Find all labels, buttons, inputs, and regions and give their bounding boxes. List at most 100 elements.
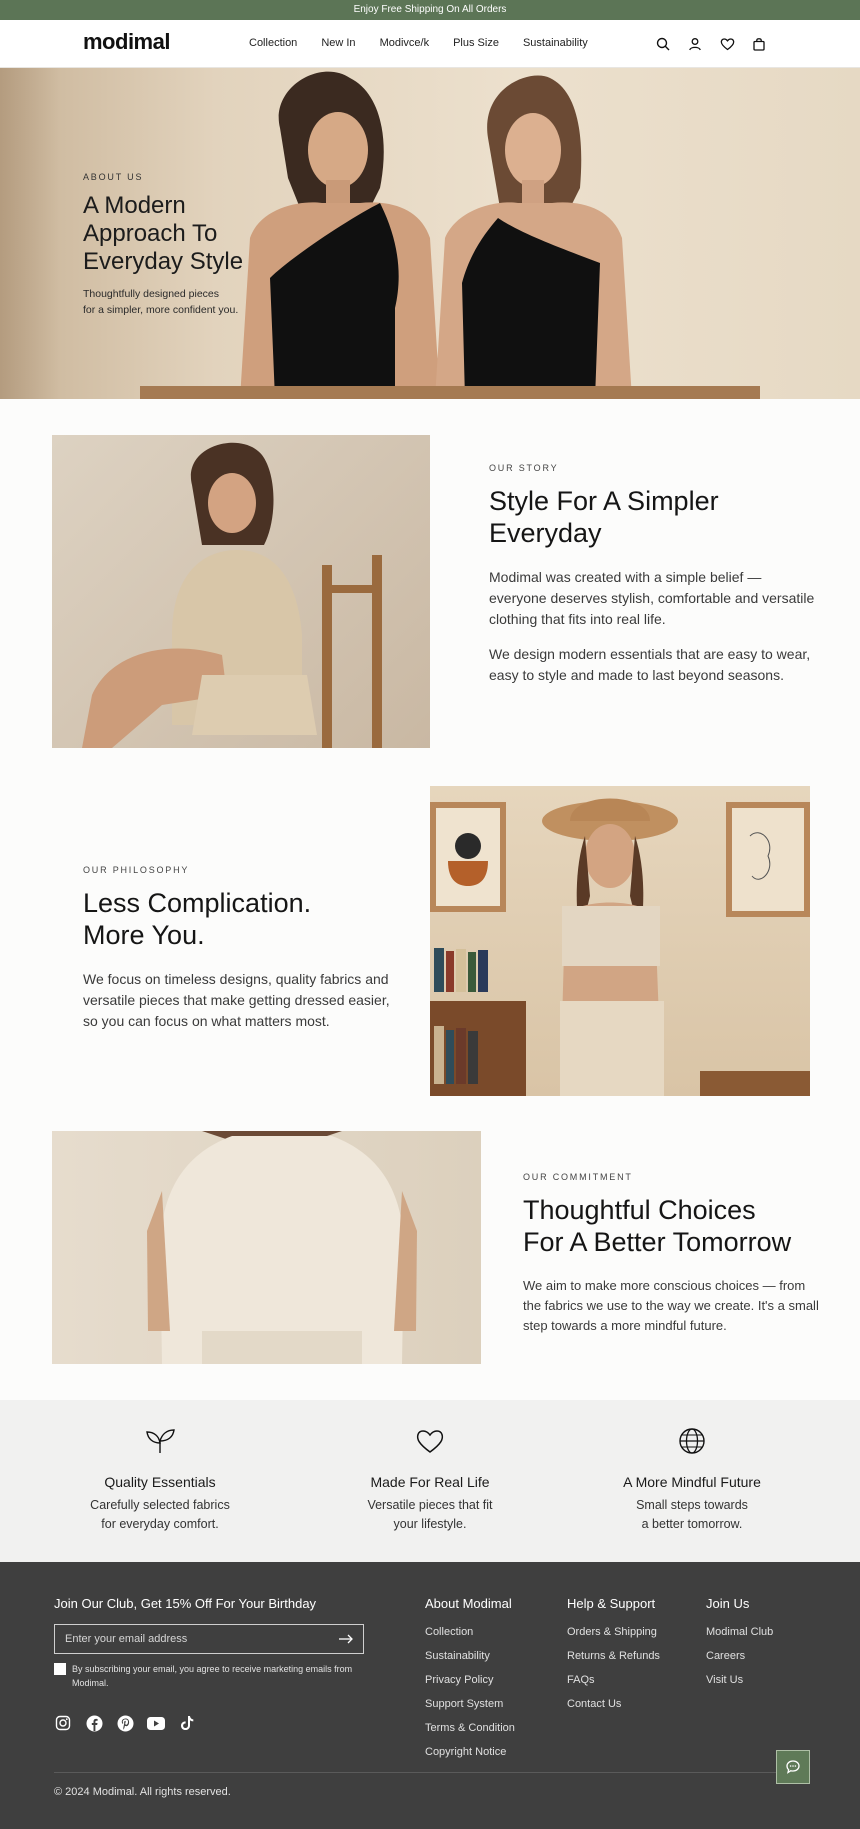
footer-link[interactable]: Privacy Policy (425, 1673, 515, 1697)
commitment-image (52, 1131, 481, 1364)
footer-link[interactable]: Contact Us (567, 1697, 660, 1721)
consent-checkbox[interactable] (54, 1663, 66, 1675)
philosophy-title: Less Complication. More You. (83, 887, 403, 951)
hero-title-line: Everyday Style (83, 248, 244, 275)
story-title-line: Everyday (489, 518, 602, 548)
site-logo[interactable]: modimal (83, 29, 170, 55)
main-nav: Collection New In Modivce/k Plus Size Su… (249, 37, 612, 49)
footer-divider (54, 1772, 809, 1773)
footer-link[interactable]: FAQs (567, 1673, 660, 1697)
search-icon[interactable] (654, 35, 672, 53)
footer-link[interactable]: Modimal Club (706, 1625, 773, 1649)
feature-desc-line: your lifestyle. (393, 1517, 467, 1531)
footer-col-heading: Join Us (706, 1596, 750, 1611)
story-text: OUR STORY Style For A Simpler Everyday M… (489, 463, 819, 686)
commitment-paragraph: We aim to make more conscious choices — … (523, 1278, 819, 1333)
story-eyebrow: OUR STORY (489, 463, 559, 473)
story-title-line: Style For A Simpler (489, 486, 719, 516)
story-paragraph: We design modern essentials that are eas… (489, 646, 811, 683)
hero-shadow (0, 68, 60, 399)
feature-desc-line: Versatile pieces that fit (367, 1498, 493, 1512)
announcement-text: Enjoy Free Shipping On All Orders (353, 4, 507, 15)
feature-made-for-real-life: Made For Real Life Versatile pieces that… (320, 1424, 540, 1534)
hero-banner: ABOUT US A Modern Approach To Everyday S… (0, 68, 860, 399)
commitment-body: We aim to make more conscious choices — … (523, 1276, 823, 1336)
footer-col-help: Help & Support Orders & Shipping Returns… (567, 1596, 660, 1721)
philosophy-title-line: More You. (83, 920, 205, 950)
commitment-title-line: Thoughtful Choices (523, 1195, 756, 1225)
consent-text: By subscribing your email, you agree to … (72, 1664, 353, 1688)
commitment-title-line: For A Better Tomorrow (523, 1227, 792, 1257)
footer-link[interactable]: Returns & Refunds (567, 1649, 660, 1673)
footer-link[interactable]: Collection (425, 1625, 515, 1649)
footer-link[interactable]: Terms & Condition (425, 1721, 515, 1745)
site-header: modimal Collection New In Modivce/k Plus… (0, 20, 860, 68)
header-icons (654, 35, 768, 53)
hero-title-line: Approach To (83, 220, 218, 247)
footer-link[interactable]: Sustainability (425, 1649, 515, 1673)
philosophy-title-line: Less Complication. (83, 888, 312, 918)
heart-icon[interactable] (718, 35, 736, 53)
club-title: Join Our Club, Get 15% Off For Your Birt… (54, 1596, 317, 1611)
nav-item-new-in[interactable]: New In (321, 37, 355, 49)
story-image (52, 435, 430, 748)
story-title: Style For A Simpler Everyday (489, 485, 819, 549)
hero-models-image (240, 71, 632, 399)
footer-link[interactable]: Careers (706, 1649, 773, 1673)
footer-link[interactable]: Support System (425, 1697, 515, 1721)
story-body: Modimal was created with a simple belief… (489, 567, 819, 686)
hero-eyebrow: ABOUT US (83, 172, 144, 182)
feature-desc: Versatile pieces that fit your lifestyle… (320, 1496, 540, 1534)
feature-title: Quality Essentials (104, 1474, 216, 1490)
tiktok-icon[interactable] (178, 1714, 196, 1732)
feature-desc-line: a better tomorrow. (641, 1517, 743, 1531)
commitment-model-illustration (147, 1131, 417, 1364)
footer-col-about: About Modimal Collection Sustainability … (425, 1596, 515, 1769)
chat-icon (786, 1760, 800, 1774)
philosophy-eyebrow: OUR PHILOSOPHY (83, 865, 190, 875)
philosophy-paragraph: We focus on timeless designs, quality fa… (83, 971, 390, 1029)
story-model-illustration (82, 442, 382, 748)
instagram-icon[interactable] (54, 1714, 72, 1732)
philosophy-text: OUR PHILOSOPHY Less Complication. More Y… (83, 865, 403, 1032)
feature-title: A More Mindful Future (623, 1474, 761, 1490)
feature-desc: Carefully selected fabrics for everyday … (50, 1496, 270, 1534)
philosophy-body: We focus on timeless designs, quality fa… (83, 969, 403, 1032)
arrow-right-icon[interactable] (339, 1634, 353, 1644)
announcement-bar: Enjoy Free Shipping On All Orders (0, 0, 860, 20)
feature-desc-line: Small steps towards (636, 1498, 748, 1512)
newsletter-form (54, 1624, 364, 1654)
feature-desc-line: Carefully selected fabrics (90, 1498, 230, 1512)
commitment-eyebrow: OUR COMMITMENT (523, 1172, 633, 1182)
pinterest-icon[interactable] (116, 1714, 134, 1732)
footer-link[interactable]: Visit Us (706, 1673, 773, 1697)
footer-link[interactable]: Orders & Shipping (567, 1625, 660, 1649)
bag-icon[interactable] (750, 35, 768, 53)
youtube-icon[interactable] (147, 1714, 165, 1732)
email-input[interactable] (65, 1633, 339, 1645)
social-links (54, 1714, 196, 1732)
nav-item-plus-size[interactable]: Plus Size (453, 37, 499, 49)
leaf-icon (50, 1424, 270, 1458)
chat-button[interactable] (776, 1750, 810, 1784)
philosophy-image (430, 786, 810, 1096)
facebook-icon[interactable] (85, 1714, 103, 1732)
nav-item-modivcek[interactable]: Modivce/k (380, 37, 430, 49)
features-strip: Quality Essentials Carefully selected fa… (0, 1400, 860, 1562)
commitment-text: OUR COMMITMENT Thoughtful Choices For A … (523, 1172, 823, 1336)
hero-text: ABOUT US A Modern Approach To Everyday S… (83, 172, 273, 318)
nav-item-sustainability[interactable]: Sustainability (523, 37, 588, 49)
hero-title-line: A Modern (83, 192, 186, 219)
heart-icon (320, 1424, 540, 1458)
feature-desc-line: for everyday comfort. (101, 1517, 219, 1531)
nav-item-collection[interactable]: Collection (249, 37, 297, 49)
user-icon[interactable] (686, 35, 704, 53)
consent-row: By subscribing your email, you agree to … (54, 1662, 374, 1690)
footer-link[interactable]: Copyright Notice (425, 1745, 515, 1769)
feature-desc: Small steps towards a better tomorrow. (582, 1496, 802, 1534)
feature-title: Made For Real Life (370, 1474, 490, 1490)
hero-subtitle-line: for a simpler, more confident you. (83, 304, 239, 316)
site-footer: Join Our Club, Get 15% Off For Your Birt… (0, 1562, 860, 1829)
hero-table (140, 386, 760, 399)
feature-quality-essentials: Quality Essentials Carefully selected fa… (50, 1424, 270, 1534)
